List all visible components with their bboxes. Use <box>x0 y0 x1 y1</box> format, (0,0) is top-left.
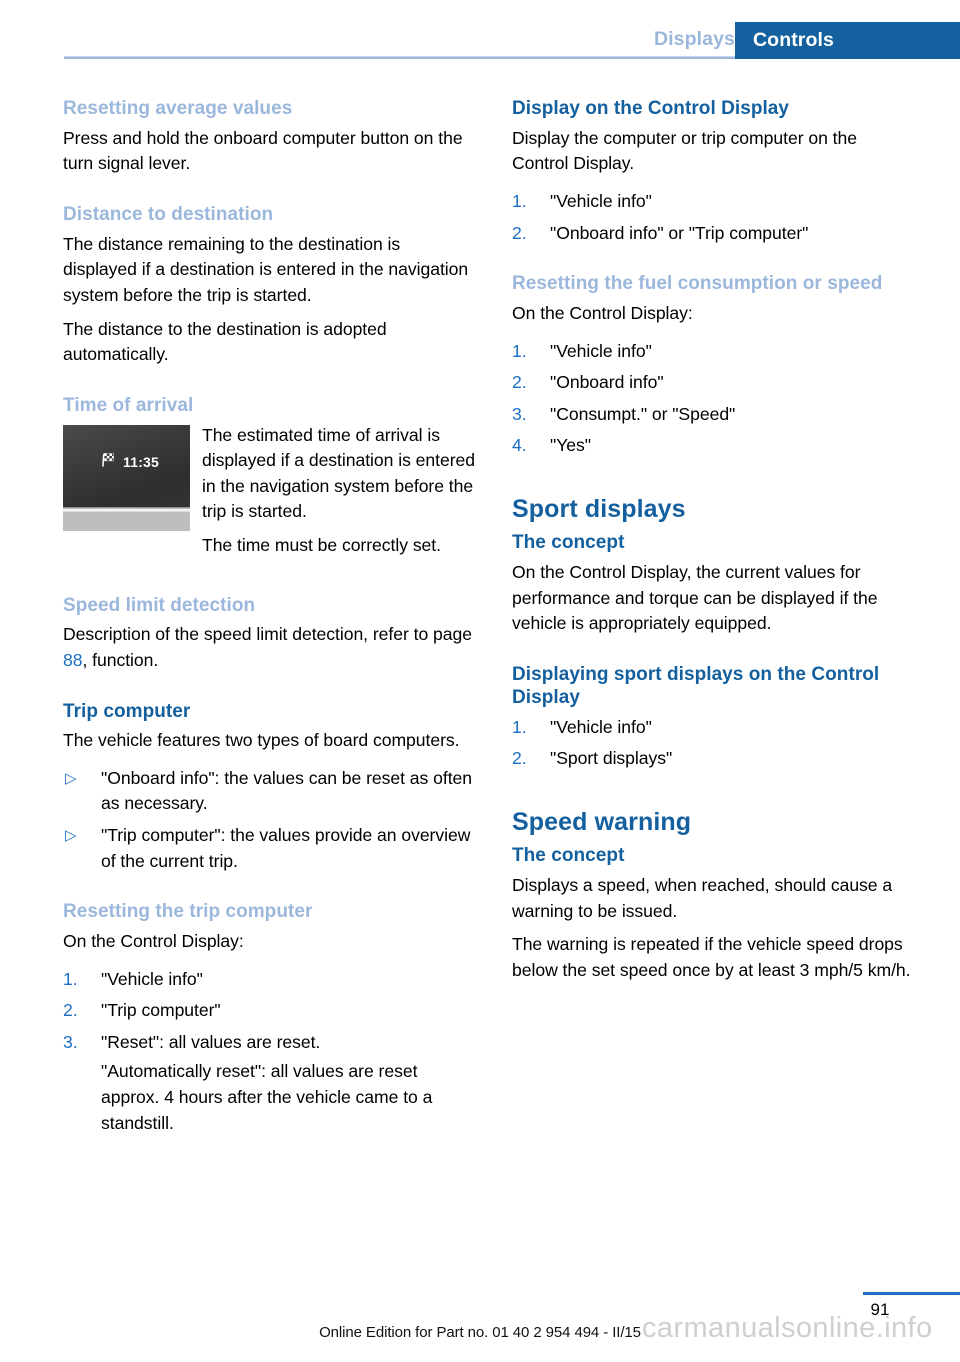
para-time-of-arrival-1: The estimated time of arrival is display… <box>202 424 475 522</box>
numbered-list-resetting-fuel-consumption: 1. "Vehicle info" 2. "Onboard info" 3. "… <box>512 339 912 459</box>
tab-controls[interactable]: Controls <box>735 22 960 59</box>
list-item: 3. "Reset": all values are reset. "Autom… <box>63 1030 475 1136</box>
list-item: 2. "Sport displays" <box>512 746 912 772</box>
list-item-text: "Yes" <box>550 435 591 456</box>
list-item: 1. "Vehicle info" <box>512 715 912 741</box>
display-screen-content: 11:35 <box>99 451 159 473</box>
bullet-list-trip-computer: ▷ "Onboard info": the values can be rese… <box>63 766 475 874</box>
heading-trip-computer: Trip computer <box>63 700 191 722</box>
right-column: Display on the Control Display Display t… <box>512 98 912 983</box>
heading-resetting-trip-computer: Resetting the trip computer <box>63 901 313 923</box>
list-item: 3. "Consumpt." or "Speed" <box>512 402 912 428</box>
list-item-text: "Vehicle info" <box>550 716 652 737</box>
para-speed-limit-detection: Description of the speed limit detection… <box>63 622 475 673</box>
list-item-text: "Reset": all values are reset. <box>101 1031 321 1052</box>
list-item-text: "Onboard info" or "Trip computer" <box>550 222 809 243</box>
para-speed-warning-1: Displays a speed, when reached, should c… <box>512 875 893 921</box>
page-number-rule <box>863 1292 960 1295</box>
instrument-display-image: 11:35 <box>63 424 190 531</box>
list-item: 2. "Onboard info" or "Trip computer" <box>512 221 912 247</box>
para-sport-displays-the-concept: On the Control Display, the current valu… <box>512 562 878 634</box>
list-item-subtext: "Automatically reset": all values are re… <box>101 1061 433 1133</box>
list-item-text: "Vehicle info" <box>550 190 652 211</box>
list-marker: 2. <box>512 222 527 243</box>
para-display-on-control-display: Display the computer or trip computer on… <box>512 127 857 174</box>
heading-speed-warning-the-concept: The concept <box>512 845 625 867</box>
para-speed-warning-2: The warning is repeated if the vehicle s… <box>512 934 911 980</box>
numbered-list-display-on-control-display: 1. "Vehicle info" 2. "Onboard info" or "… <box>512 189 912 246</box>
list-item-text: "Vehicle info" <box>101 968 203 989</box>
list-item: 1. "Vehicle info" <box>512 189 912 215</box>
list-marker: 1. <box>512 340 527 361</box>
list-item-text: "Onboard info" <box>550 372 664 393</box>
list-item-text: "Trip computer" <box>101 1000 221 1021</box>
list-marker: 2. <box>512 372 527 393</box>
figure-time-of-arrival: 11:35 The estimated time of arrival is d… <box>63 423 475 559</box>
heading-speed-limit-detection: Speed limit detection <box>63 594 256 616</box>
list-marker: 2. <box>512 748 527 769</box>
left-column: Resetting average values Press and hold … <box>63 98 475 1136</box>
checkered-flag-icon <box>99 451 116 473</box>
list-marker: 1. <box>512 190 527 211</box>
list-marker: 3. <box>63 1031 78 1052</box>
heading-displaying-sport-displays: Displaying sport displays on the Control… <box>512 664 880 708</box>
list-item-text: "Consumpt." or "Speed" <box>550 403 736 424</box>
para-speed-limit-detection-before: Description of the speed limit detection… <box>63 624 472 645</box>
watermark: carmanualsonline.info <box>642 1312 933 1344</box>
page-header: Displays Controls <box>0 0 960 62</box>
triangle-bullet-icon: ▷ <box>65 827 77 845</box>
list-item: 1. "Vehicle info" <box>63 967 475 993</box>
tab-displays[interactable]: Displays <box>654 28 735 51</box>
heading-sport-displays-the-concept: The concept <box>512 532 625 554</box>
para-resetting-average-values: Press and hold the onboard computer butt… <box>63 127 463 174</box>
list-item-text: "Vehicle info" <box>550 340 652 361</box>
list-marker: 1. <box>63 968 78 989</box>
header-divider-rule <box>64 56 735 59</box>
section-title-speed-warning: Speed warning <box>512 807 692 836</box>
list-item-text: "Onboard info": the values can be reset … <box>101 767 472 814</box>
list-marker: 1. <box>512 716 527 737</box>
para-resetting-fuel-consumption: On the Control Display: <box>512 302 693 323</box>
display-screen-area: 11:35 <box>63 424 190 507</box>
list-marker: 2. <box>63 1000 78 1021</box>
para-time-of-arrival-2: The time must be correctly set. <box>202 534 441 555</box>
section-title-sport-displays: Sport displays <box>512 494 686 523</box>
display-time-value: 11:35 <box>123 453 160 470</box>
tab-controls-label: Controls <box>753 29 834 51</box>
heading-resetting-average-values: Resetting average values <box>63 98 293 119</box>
list-marker: 4. <box>512 435 527 456</box>
page-reference-link[interactable]: 88 <box>63 650 83 670</box>
list-item: ▷ "Trip computer": the values provide an… <box>63 823 475 874</box>
heading-distance-to-destination: Distance to destination <box>63 203 274 225</box>
list-item: 1. "Vehicle info" <box>512 339 912 365</box>
list-item-text: "Sport displays" <box>550 748 673 769</box>
triangle-bullet-icon: ▷ <box>65 769 77 787</box>
para-speed-limit-detection-after: , function. <box>82 649 159 670</box>
numbered-list-resetting-trip-computer: 1. "Vehicle info" 2. "Trip computer" 3. … <box>63 967 475 1137</box>
list-item-text: "Trip computer": the values provide an o… <box>101 825 471 871</box>
para-distance-to-destination-2: The distance to the destination is adopt… <box>63 318 387 365</box>
heading-display-on-control-display: Display on the Control Display <box>512 98 790 119</box>
para-resetting-trip-computer: On the Control Display: <box>63 931 244 952</box>
para-trip-computer: The vehicle features two types of board … <box>63 730 460 751</box>
para-distance-to-destination-1: The distance remaining to the destinatio… <box>63 233 469 305</box>
numbered-list-displaying-sport-displays: 1. "Vehicle info" 2. "Sport displays" <box>512 715 912 772</box>
figure-caption-text: The estimated time of arrival is display… <box>202 423 475 559</box>
display-base-strip <box>63 511 190 531</box>
list-item: ▷ "Onboard info": the values can be rese… <box>63 766 475 817</box>
heading-resetting-fuel-consumption-or-speed: Resetting the fuel consumption or speed <box>512 273 883 295</box>
list-item: 2. "Trip computer" <box>63 998 475 1024</box>
list-item: 2. "Onboard info" <box>512 370 912 396</box>
list-item: 4. "Yes" <box>512 433 912 459</box>
heading-time-of-arrival: Time of arrival <box>63 394 194 416</box>
list-marker: 3. <box>512 403 527 424</box>
